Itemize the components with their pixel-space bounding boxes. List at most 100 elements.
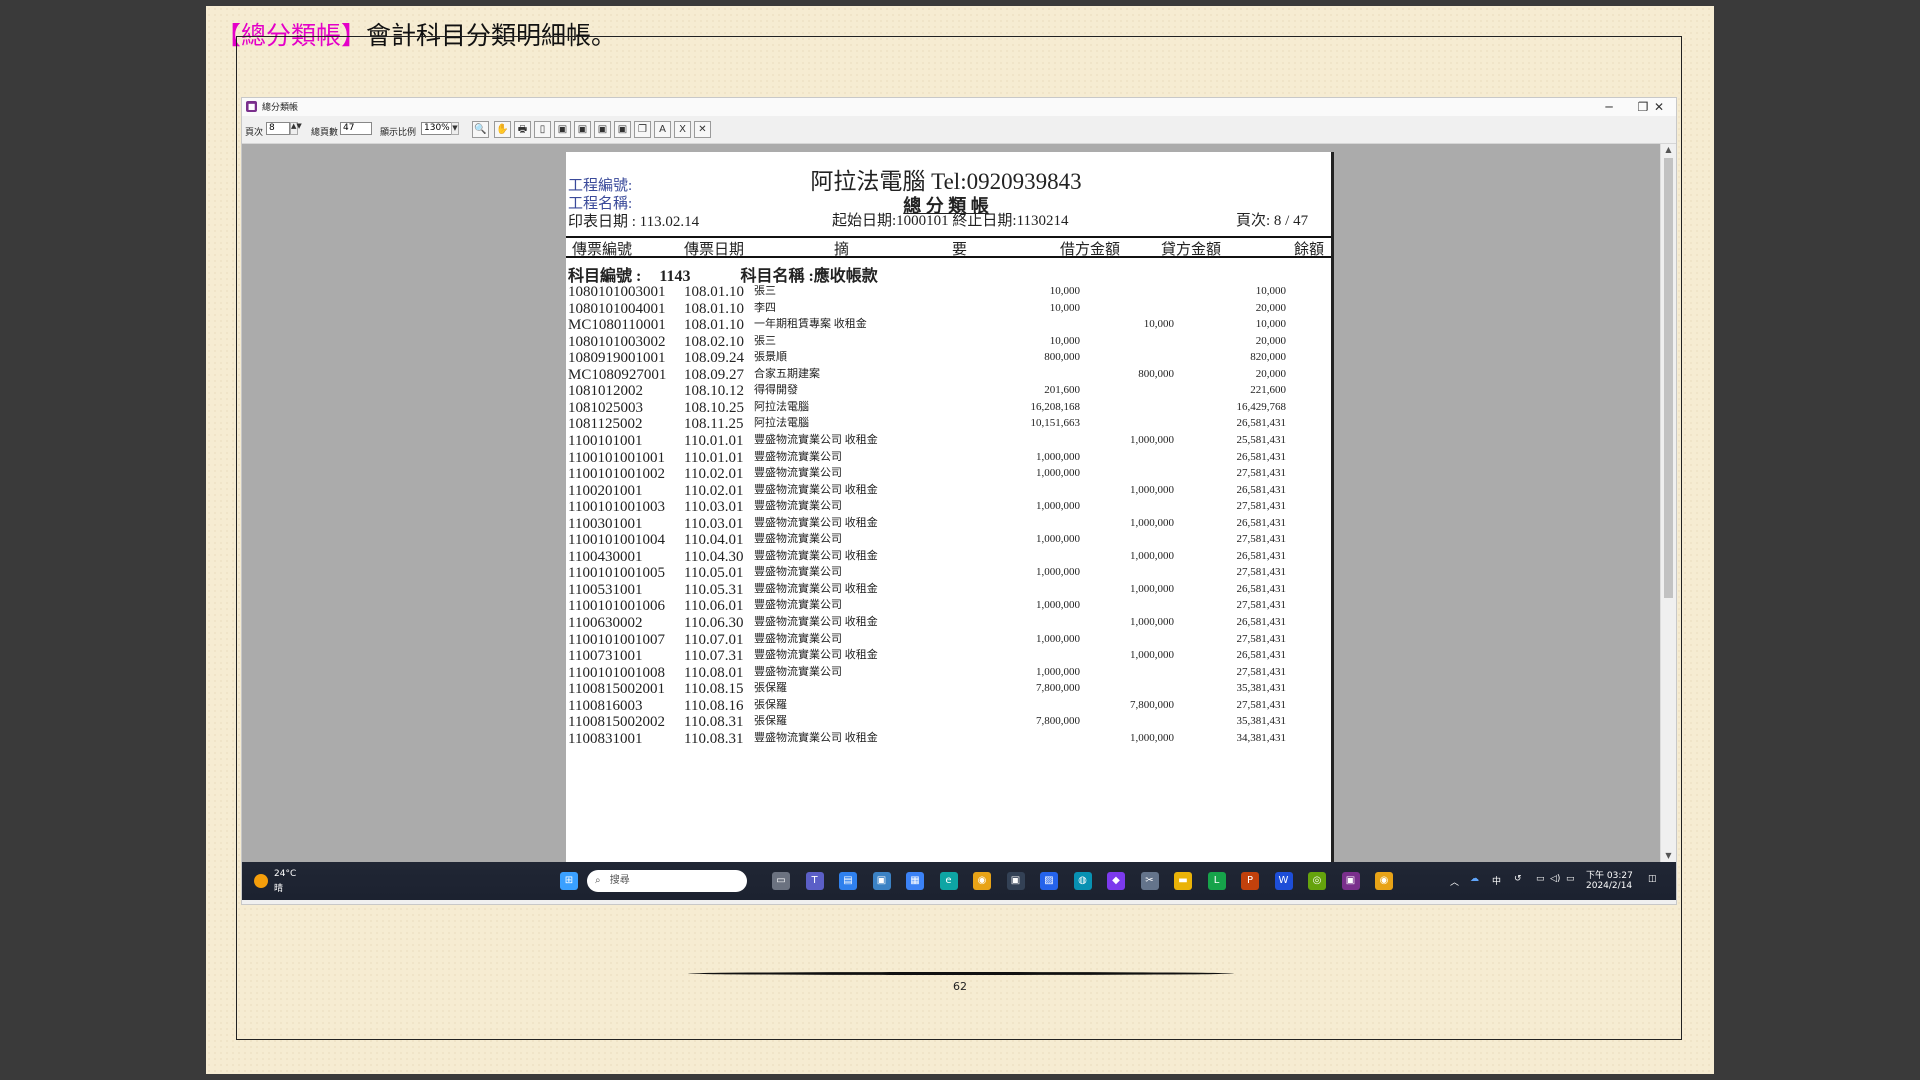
edge-icon[interactable]: e xyxy=(939,872,958,890)
ime-indicator[interactable]: 中 xyxy=(1492,874,1501,887)
tools-icon[interactable]: ✂ xyxy=(1140,872,1159,890)
page-info: 頁次: 8 / 47 xyxy=(1236,213,1309,229)
summary-cell: 張保羅 xyxy=(754,715,787,728)
slide-frame: ■ 總分類帳 ─ ❐ ✕ 頁次 8 ▲▼ 總頁數 47 顯示比例 130% ▼ … xyxy=(236,36,1682,1040)
page-label: 頁次 xyxy=(245,128,264,138)
window-title: 總分類帳 xyxy=(262,103,299,113)
copy-button[interactable]: ❐ xyxy=(634,121,651,138)
close-button[interactable]: ✕ xyxy=(1642,98,1676,116)
photos-icon[interactable]: ▨ xyxy=(1040,872,1058,890)
zoom-dropdown-chevron-down-icon[interactable]: ▼ xyxy=(451,122,459,135)
debit-cell: 16,208,168 xyxy=(1030,400,1081,413)
balance-cell: 26,581,431 xyxy=(1236,483,1287,496)
header-bottom-line xyxy=(566,256,1331,258)
voucher-cell: 1080101003001 xyxy=(568,284,666,300)
voucher-cell: 1100101001008 xyxy=(568,664,665,681)
print-button[interactable]: 🖶 xyxy=(514,121,531,138)
hand-icon: ✋ xyxy=(496,124,509,135)
footer-line xyxy=(688,972,1234,975)
summary-cell: 豐盛物流實業公司 收租金 xyxy=(754,483,878,496)
page-input[interactable]: 8 xyxy=(266,122,290,135)
debit-cell: 201,600 xyxy=(1044,384,1080,397)
store-icon[interactable]: ▦ xyxy=(906,872,924,890)
debit-cell: 1,000,000 xyxy=(1036,500,1080,513)
minimize-button[interactable]: ─ xyxy=(1592,98,1626,116)
export3-button[interactable]: ▣ xyxy=(594,121,611,138)
window-titlebar[interactable]: ■ 總分類帳 ─ ❐ ✕ xyxy=(242,98,1676,116)
ledger-app-icon[interactable]: ▣ xyxy=(1341,872,1360,890)
weather-desc[interactable]: 晴 xyxy=(274,881,283,894)
scrollbar-thumb[interactable] xyxy=(1664,158,1673,598)
windows-start-icon[interactable]: ⊞ xyxy=(560,872,578,890)
summary-cell: 豐盛物流實業公司 xyxy=(754,599,842,612)
slide-page-number: 62 xyxy=(953,980,967,993)
debit-cell: 10,000 xyxy=(1049,301,1080,314)
ime-mode-icon[interactable]: ↺ xyxy=(1514,874,1522,884)
scroll-up-icon[interactable]: ▲ xyxy=(1661,144,1676,156)
debit-cell: 1,000,000 xyxy=(1036,533,1080,546)
powerpoint-icon[interactable]: P xyxy=(1241,872,1259,890)
file-explorer-icon[interactable]: ▬ xyxy=(1174,872,1192,890)
credit-cell: 1,000,000 xyxy=(1130,582,1174,595)
report-viewer[interactable]: 阿拉法電腦 Tel:0920939843 總 分 類 帳 工程編號: 工程名稱:… xyxy=(242,144,1660,862)
taskbar-search[interactable]: ⌕ 搜尋 xyxy=(587,870,747,892)
pdf-button[interactable]: A xyxy=(654,121,671,138)
app3-icon[interactable]: ◎ xyxy=(1308,872,1326,890)
date-cell: 110.03.01 xyxy=(684,499,744,516)
app-icon[interactable]: ▣ xyxy=(872,872,891,890)
hand-button[interactable]: ✋ xyxy=(494,121,511,138)
clock-date[interactable]: 2024/2/14 xyxy=(1586,881,1632,891)
weather-icon[interactable] xyxy=(254,874,268,888)
visual-studio-icon[interactable]: ◆ xyxy=(1107,872,1125,890)
vertical-scrollbar[interactable]: ▲ ▼ xyxy=(1660,144,1676,862)
summary-cell: 阿拉法電腦 xyxy=(754,400,809,413)
date-cell: 110.02.01 xyxy=(684,466,744,483)
excel-button[interactable]: X xyxy=(674,121,691,138)
export4-button[interactable]: ▣ xyxy=(614,121,631,138)
debit-cell: 1,000,000 xyxy=(1036,566,1080,579)
date-cell: 108.02.10 xyxy=(684,333,744,350)
date-cell: 108.09.24 xyxy=(684,350,744,367)
page-button[interactable]: ▯ xyxy=(534,121,551,138)
word-icon[interactable]: W xyxy=(1274,872,1293,890)
date-cell: 108.01.10 xyxy=(684,284,744,300)
app2-icon[interactable]: ▣ xyxy=(1006,872,1025,890)
date-cell: 110.03.01 xyxy=(684,515,744,532)
zoom-button[interactable]: 🔍 xyxy=(472,121,489,138)
debit-cell: 800,000 xyxy=(1044,351,1080,364)
battery-icon[interactable]: ▭ xyxy=(1566,874,1575,884)
balance-cell: 20,000 xyxy=(1255,334,1286,347)
credit-cell: 800,000 xyxy=(1138,367,1174,380)
balance-cell: 16,429,768 xyxy=(1236,400,1287,413)
teams-icon[interactable]: T xyxy=(805,872,824,890)
voucher-cell: 1100531001 xyxy=(568,581,643,598)
notepad-icon[interactable]: ▤ xyxy=(839,872,857,890)
voucher-cell: 1081012002 xyxy=(568,383,643,400)
browser-icon[interactable]: ◍ xyxy=(1073,872,1092,890)
scroll-down-icon[interactable]: ▼ xyxy=(1661,850,1676,862)
notifications-icon[interactable]: ◫ xyxy=(1648,874,1657,884)
voucher-cell: 1100630002 xyxy=(568,615,643,631)
date-cell: 110.06.01 xyxy=(684,598,744,615)
voucher-cell: 1100101001004 xyxy=(568,532,665,549)
close-button[interactable]: ✕ xyxy=(694,121,711,138)
volume-icon[interactable]: ◁) xyxy=(1550,874,1560,884)
credit-cell: 1,000,000 xyxy=(1130,731,1174,744)
export3-icon: ▣ xyxy=(597,124,608,135)
tray-chevron-up-icon[interactable]: ︿ xyxy=(1450,875,1459,888)
excel-icon: X xyxy=(679,124,686,135)
export2-button[interactable]: ▣ xyxy=(574,121,591,138)
weather-temp[interactable]: 24°C xyxy=(274,869,296,879)
export-button[interactable]: ▣ xyxy=(554,121,571,138)
task-view-icon[interactable]: ▭ xyxy=(772,872,790,890)
line-icon[interactable]: L xyxy=(1207,872,1226,890)
debit-cell: 10,151,663 xyxy=(1030,417,1081,430)
search-icon: ⌕ xyxy=(595,875,601,886)
clock-time[interactable]: 下午 03:27 xyxy=(1586,868,1633,881)
network-icon[interactable]: ▭ xyxy=(1536,874,1545,884)
date-cell: 110.04.30 xyxy=(684,548,744,565)
page-spinner[interactable]: ▲▼ xyxy=(290,122,302,135)
chrome-icon[interactable]: ◉ xyxy=(973,872,991,890)
onedrive-icon[interactable]: ☁ xyxy=(1470,874,1479,884)
chrome2-icon[interactable]: ◉ xyxy=(1375,872,1393,890)
